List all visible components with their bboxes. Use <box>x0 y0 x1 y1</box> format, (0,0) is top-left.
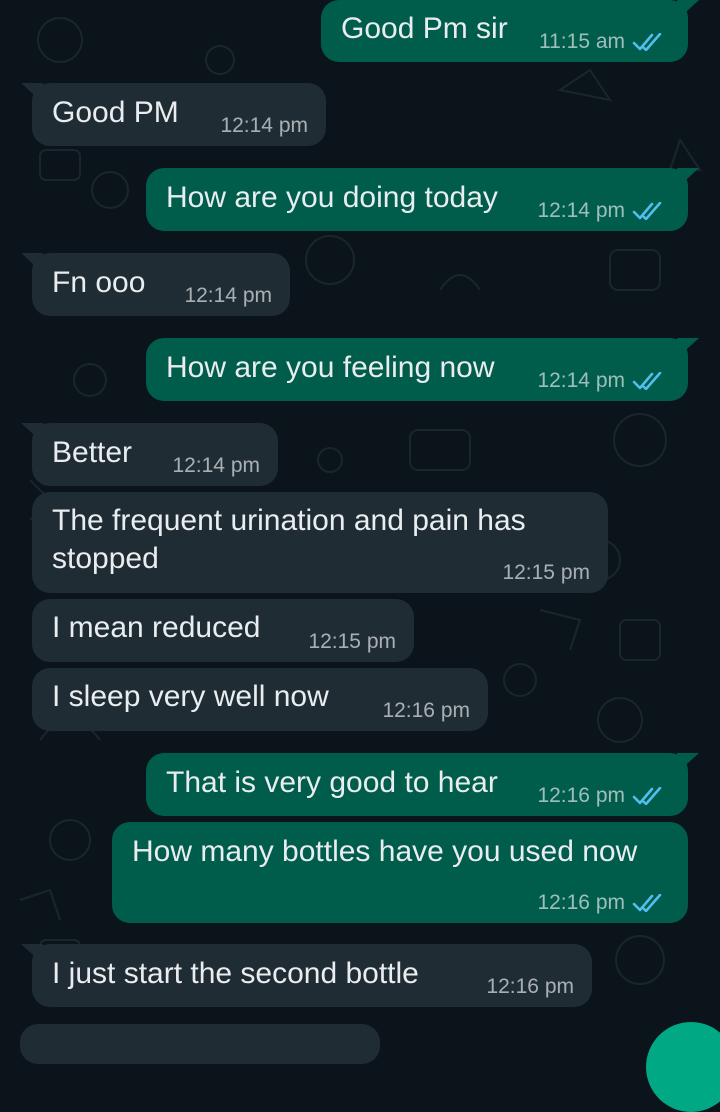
message-time: 12:16 pm <box>537 891 625 914</box>
message-time: 12:14 pm <box>537 369 625 392</box>
message-text: Fn ooo <box>52 266 146 299</box>
message-time: 12:15 pm <box>502 561 590 584</box>
message-bubble-outgoing[interactable]: How are you feeling now 12:14 pm <box>146 338 699 401</box>
message-bubble-outgoing[interactable]: How are you doing today 12:14 pm <box>146 168 699 231</box>
message-text: How are you feeling now <box>166 351 495 384</box>
message-meta: 12:16 pm <box>537 784 664 808</box>
double-check-icon <box>632 372 662 390</box>
message-bubble-outgoing[interactable]: That is very good to hear 12:16 pm <box>146 753 699 816</box>
double-check-icon <box>632 894 662 912</box>
message-text: I mean reduced <box>52 611 261 644</box>
message-meta: 12:14 pm <box>537 199 664 223</box>
message-text: Better <box>52 436 133 469</box>
message-text: That is very good to hear <box>166 766 498 799</box>
bubble-tail <box>677 0 699 20</box>
message-meta: 12:14 pm <box>537 369 664 393</box>
message-text: Good PM <box>52 96 179 129</box>
message-bubble-incoming[interactable]: Fn ooo 12:14 pm <box>21 253 290 316</box>
bubble-tail <box>677 168 699 188</box>
message-time: 12:14 pm <box>172 454 260 477</box>
bubble-tail <box>21 423 43 443</box>
message-time: 12:16 pm <box>486 975 574 998</box>
message-text: Good Pm sir <box>341 12 508 45</box>
message-bubble-outgoing[interactable]: How many bottles have you used now 12:16… <box>112 822 688 923</box>
message-text: I sleep very well now <box>52 680 329 713</box>
message-time: 12:14 pm <box>184 284 272 307</box>
message-text: I just start the second bottle <box>52 957 419 990</box>
message-time: 11:15 am <box>539 30 625 53</box>
message-text: How many bottles have you used now <box>132 835 638 868</box>
message-bubble-incoming[interactable]: The frequent urination and pain has stop… <box>32 492 608 593</box>
bubble-tail <box>677 338 699 358</box>
message-time: 12:15 pm <box>308 630 396 653</box>
bubble-tail <box>21 253 43 273</box>
message-bubble-incoming[interactable]: Better 12:14 pm <box>21 423 278 486</box>
message-text: The frequent urination and pain has stop… <box>52 504 526 575</box>
message-bubble-incoming[interactable]: I just start the second bottle 12:16 pm <box>21 944 592 1007</box>
partial-message-bubble <box>20 1024 380 1064</box>
double-check-icon <box>632 33 662 51</box>
message-time: 12:14 pm <box>220 114 308 137</box>
bubble-tail <box>21 944 43 964</box>
scroll-down-button[interactable] <box>646 1022 720 1112</box>
message-bubble-outgoing[interactable]: Good Pm sir 11:15 am <box>321 0 699 62</box>
message-bubble-incoming[interactable]: I mean reduced 12:15 pm <box>32 599 414 662</box>
message-time: 12:16 pm <box>382 699 470 722</box>
message-bubble-incoming[interactable]: I sleep very well now 12:16 pm <box>32 668 488 731</box>
message-bubble-incoming[interactable]: Good PM 12:14 pm <box>21 83 326 146</box>
message-meta: 12:16 pm <box>537 891 664 915</box>
double-check-icon <box>632 787 662 805</box>
message-meta: 11:15 am <box>539 30 664 54</box>
bubble-tail <box>677 753 699 773</box>
message-time: 12:16 pm <box>537 784 625 807</box>
message-text: How are you doing today <box>166 181 498 214</box>
double-check-icon <box>632 202 662 220</box>
message-time: 12:14 pm <box>537 199 625 222</box>
bubble-tail <box>21 83 43 103</box>
